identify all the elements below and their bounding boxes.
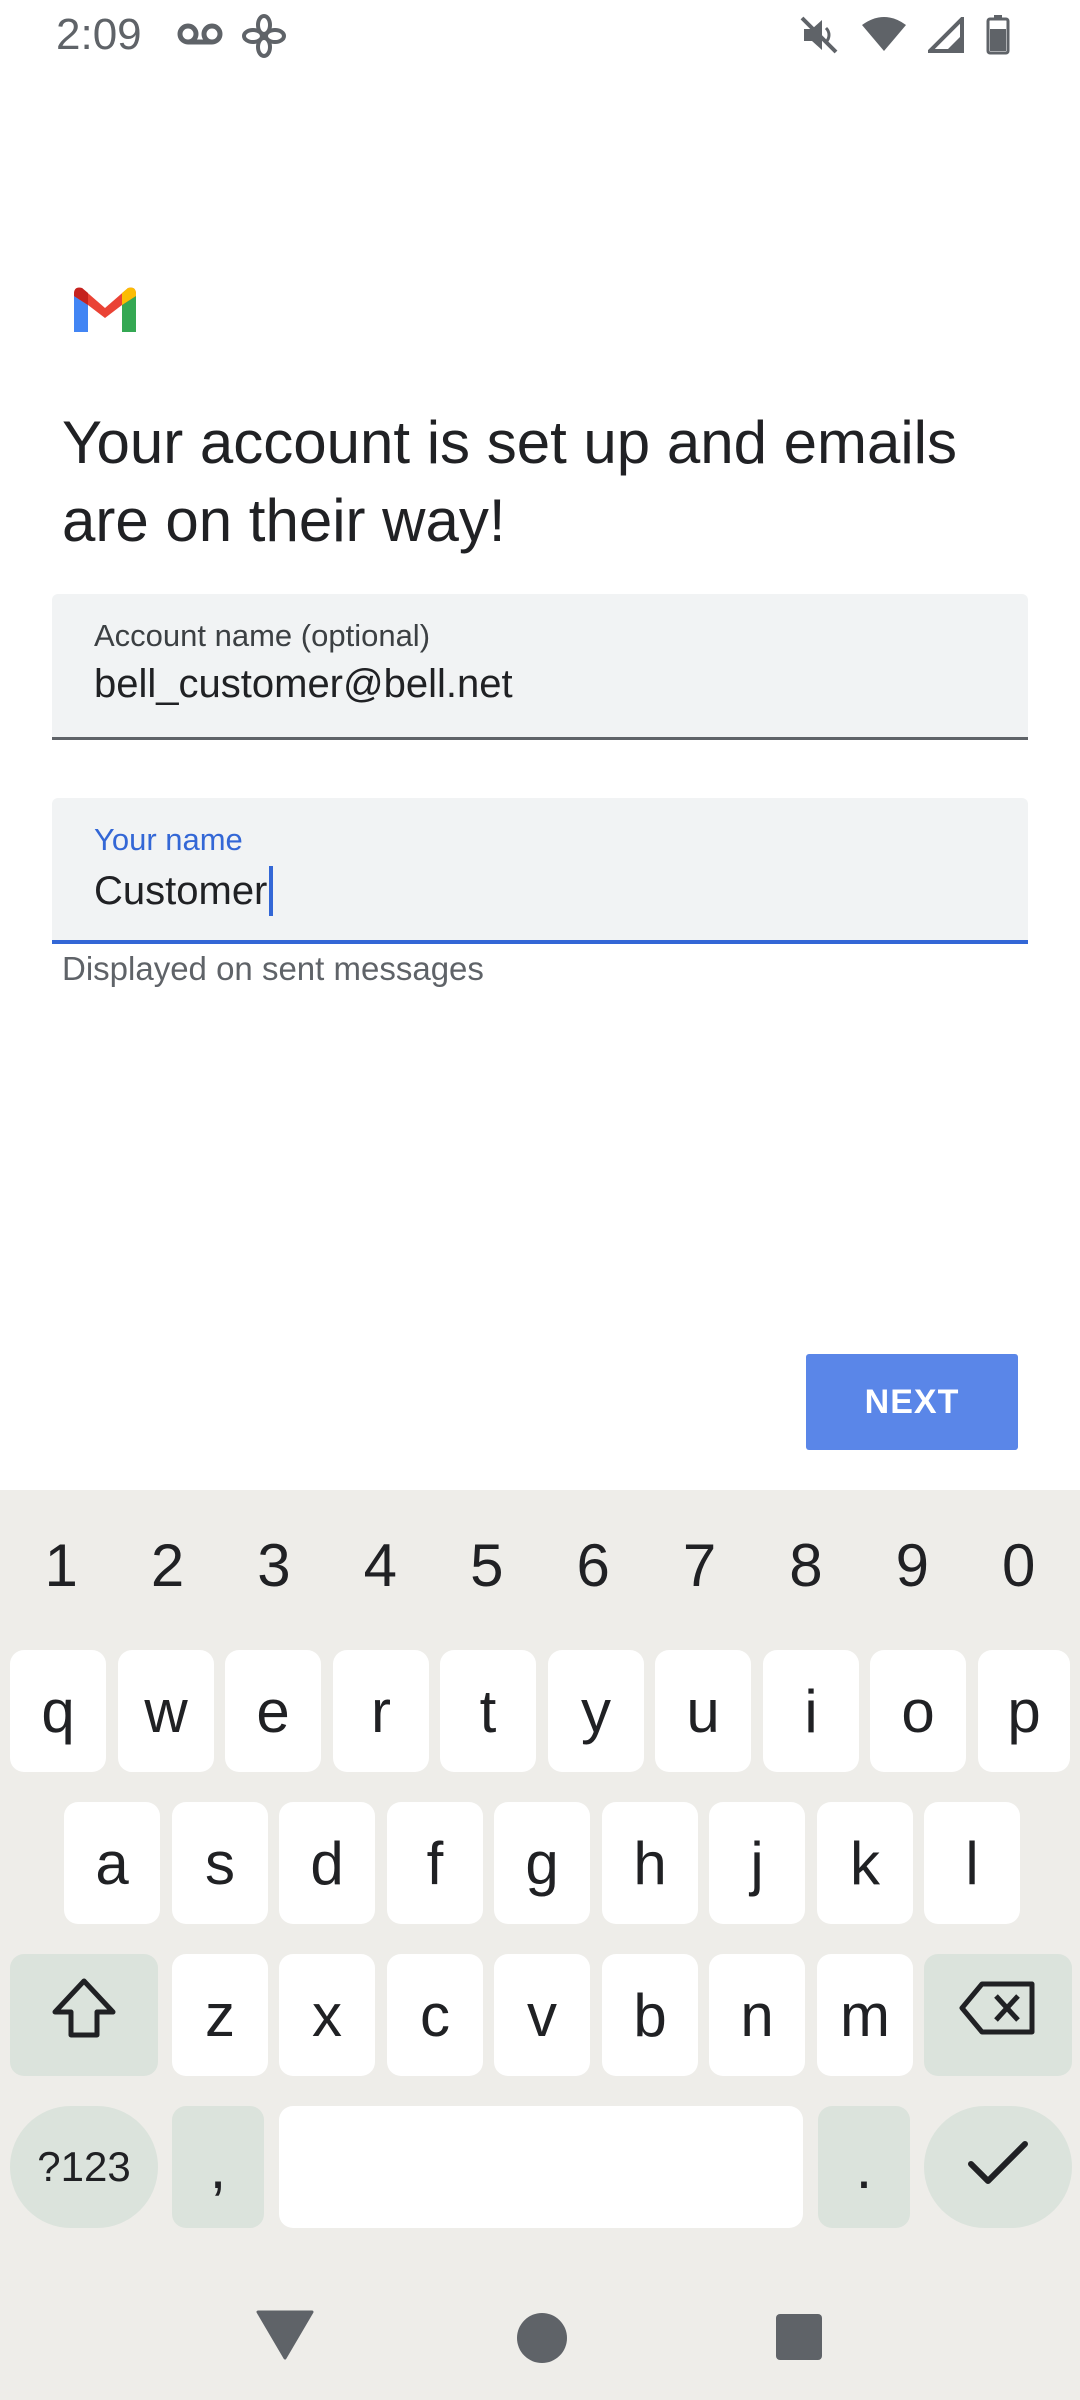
battery-icon — [986, 15, 1010, 55]
key-7[interactable]: 7 — [650, 1531, 750, 1600]
key-5[interactable]: 5 — [437, 1531, 537, 1600]
key-s[interactable]: s — [172, 1802, 268, 1924]
key-g[interactable]: g — [494, 1802, 590, 1924]
key-0[interactable]: 0 — [969, 1531, 1069, 1600]
signal-icon — [928, 17, 964, 53]
key-n[interactable]: n — [709, 1954, 805, 2076]
account-name-input[interactable]: bell_customer@bell.net — [94, 662, 513, 707]
home-icon[interactable] — [516, 2312, 568, 2369]
key-l[interactable]: l — [924, 1802, 1020, 1924]
account-name-field[interactable]: Account name (optional) bell_customer@be… — [52, 594, 1028, 740]
key-v[interactable]: v — [494, 1954, 590, 2076]
account-name-label: Account name (optional) — [94, 618, 431, 653]
navigation-bar — [0, 2280, 1080, 2400]
your-name-label: Your name — [94, 822, 243, 857]
key-o[interactable]: o — [870, 1650, 966, 1772]
backspace-key[interactable] — [924, 1954, 1072, 2076]
key-f[interactable]: f — [387, 1802, 483, 1924]
key-a[interactable]: a — [64, 1802, 160, 1924]
key-y[interactable]: y — [548, 1650, 644, 1772]
enter-key[interactable] — [924, 2106, 1072, 2228]
key-k[interactable]: k — [817, 1802, 913, 1924]
symbols-key[interactable]: ?123 — [10, 2106, 158, 2228]
key-h[interactable]: h — [602, 1802, 698, 1924]
key-r[interactable]: r — [333, 1650, 429, 1772]
key-x[interactable]: x — [279, 1954, 375, 2076]
voicemail-icon — [176, 14, 224, 58]
key-j[interactable]: j — [709, 1802, 805, 1924]
status-time: 2:09 — [56, 10, 142, 59]
comma-key[interactable]: , — [172, 2106, 264, 2228]
key-d[interactable]: d — [279, 1802, 375, 1924]
shift-icon — [49, 1976, 119, 2054]
key-z[interactable]: z — [172, 1954, 268, 2076]
your-name-field[interactable]: Your name Customer — [52, 798, 1028, 944]
page-title: Your account is set up and emails are on… — [62, 409, 957, 554]
key-b[interactable]: b — [602, 1954, 698, 2076]
key-m[interactable]: m — [817, 1954, 913, 2076]
key-p[interactable]: p — [978, 1650, 1070, 1772]
status-bar: 2:09 — [0, 0, 1080, 72]
keyboard-number-row: 1 2 3 4 5 6 7 8 9 0 — [0, 1490, 1080, 1640]
key-c[interactable]: c — [387, 1954, 483, 2076]
key-t[interactable]: t — [440, 1650, 536, 1772]
space-key[interactable] — [279, 2106, 803, 2228]
status-right-icons — [798, 14, 1010, 56]
your-name-value: Customer — [94, 868, 268, 913]
wifi-icon — [862, 17, 906, 53]
key-8[interactable]: 8 — [756, 1531, 856, 1600]
shift-key[interactable] — [10, 1954, 158, 2076]
key-u[interactable]: u — [655, 1650, 751, 1772]
checkmark-icon — [966, 2133, 1030, 2202]
back-icon[interactable] — [256, 2310, 314, 2365]
key-3[interactable]: 3 — [224, 1531, 324, 1600]
key-4[interactable]: 4 — [330, 1531, 430, 1600]
key-w[interactable]: w — [118, 1650, 214, 1772]
recents-icon[interactable] — [776, 2314, 822, 2365]
mute-icon — [798, 14, 840, 56]
key-2[interactable]: 2 — [118, 1531, 218, 1600]
gmail-logo-icon — [74, 286, 136, 332]
fan-icon — [242, 14, 286, 58]
key-q[interactable]: q — [10, 1650, 106, 1772]
your-name-input[interactable]: Customer — [94, 866, 274, 916]
key-9[interactable]: 9 — [862, 1531, 962, 1600]
key-6[interactable]: 6 — [543, 1531, 643, 1600]
backspace-icon — [958, 1980, 1038, 2050]
key-1[interactable]: 1 — [11, 1531, 111, 1600]
key-i[interactable]: i — [763, 1650, 859, 1772]
status-left-icons — [176, 14, 286, 58]
soft-keyboard: 1 2 3 4 5 6 7 8 9 0 q w e r t y u i o p … — [0, 1490, 1080, 2400]
next-button[interactable]: NEXT — [806, 1354, 1018, 1450]
text-cursor — [269, 866, 274, 916]
key-e[interactable]: e — [225, 1650, 321, 1772]
period-key[interactable]: . — [818, 2106, 910, 2228]
your-name-helper-text: Displayed on sent messages — [62, 950, 484, 987]
